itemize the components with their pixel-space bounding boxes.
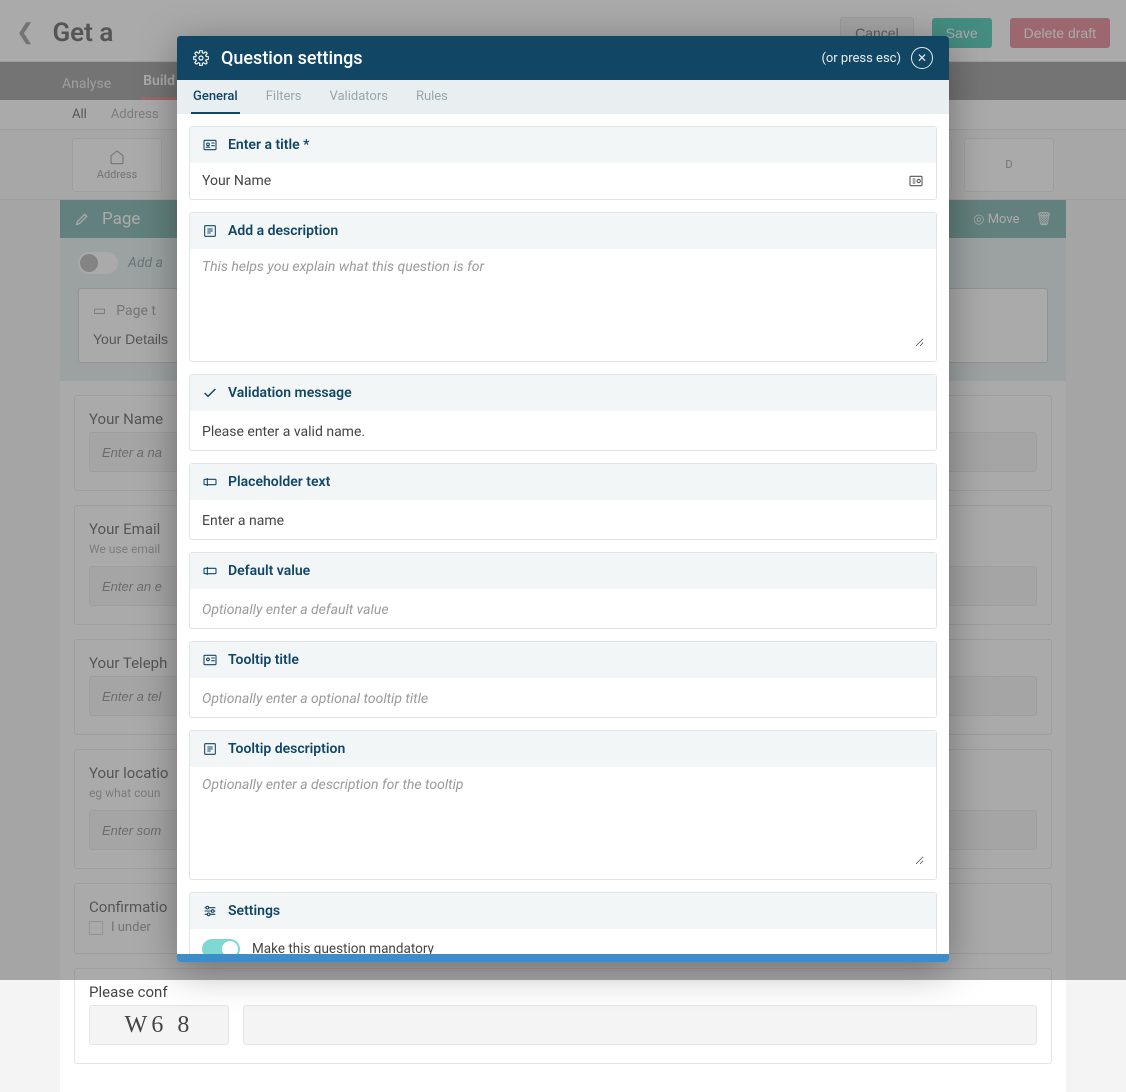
captcha-input[interactable] <box>243 1005 1037 1045</box>
modal-title: Question settings <box>221 48 363 69</box>
id-card-icon <box>202 652 218 668</box>
mandatory-toggle[interactable] <box>202 939 240 954</box>
captcha-image: W6 8 <box>89 1005 229 1045</box>
title-input[interactable] <box>202 173 898 189</box>
sliders-icon <box>202 903 218 919</box>
question-settings-modal: Question settings (or press esc) ✕ Gener… <box>177 36 949 962</box>
textbox-icon <box>202 474 218 490</box>
tooltip-title-input[interactable] <box>202 691 924 707</box>
id-card-icon <box>202 137 218 153</box>
esc-hint: (or press esc) <box>821 51 901 66</box>
section-validation: Validation message <box>189 374 937 451</box>
mandatory-label: Make this question mandatory <box>252 941 434 954</box>
validation-input[interactable] <box>202 424 924 440</box>
tab-validators[interactable]: Validators <box>328 80 390 114</box>
modal-header: Question settings (or press esc) ✕ <box>177 36 949 80</box>
default-value-input[interactable] <box>202 602 924 618</box>
section-default: Default value <box>189 552 937 629</box>
gear-icon <box>193 50 209 66</box>
section-tooltip-desc: Tooltip description <box>189 730 937 880</box>
section-description: Add a description <box>189 212 937 362</box>
section-placeholder: Placeholder text <box>189 463 937 540</box>
tooltip-desc-input[interactable] <box>202 777 924 865</box>
check-icon <box>202 385 218 401</box>
tab-rules[interactable]: Rules <box>414 80 450 114</box>
tab-filters[interactable]: Filters <box>264 80 304 114</box>
description-input[interactable] <box>202 259 924 347</box>
tab-general[interactable]: General <box>191 80 240 114</box>
field-type-icon[interactable] <box>908 173 924 189</box>
close-icon[interactable]: ✕ <box>911 47 933 69</box>
paragraph-icon <box>202 223 218 239</box>
section-tooltip-title: Tooltip title <box>189 641 937 718</box>
section-title: Enter a title * <box>189 126 937 200</box>
placeholder-input[interactable] <box>202 513 924 529</box>
question-card-captcha[interactable]: Please conf W6 8 <box>74 968 1052 1064</box>
textbox-icon <box>202 563 218 579</box>
modal-tabs: General Filters Validators Rules <box>177 80 949 114</box>
section-settings: Settings Make this question mandatory <box>189 892 937 954</box>
modal-bottom-bar <box>177 954 949 962</box>
paragraph-icon <box>202 741 218 757</box>
